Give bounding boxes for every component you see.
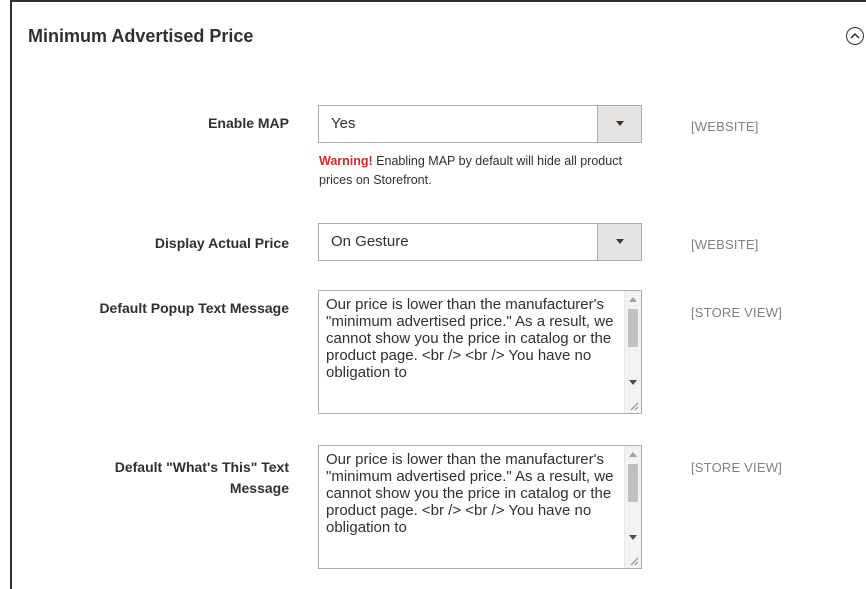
resize-grip-icon[interactable]: [629, 401, 639, 411]
default-whats-this-label: Default "What's This" Text Message: [114, 459, 289, 496]
chevron-down-icon[interactable]: [597, 224, 641, 260]
display-actual-price-label: Display Actual Price: [154, 235, 289, 251]
default-popup-text-value: Our price is lower than the manufacturer…: [326, 296, 614, 381]
scroll-thumb[interactable]: [628, 464, 638, 502]
default-popup-text-scope: [STORE VIEW]: [691, 305, 783, 320]
section-title[interactable]: Minimum Advertised Price: [28, 26, 253, 47]
enable-map-warning-note: Warning! Enabling MAP by default will hi…: [319, 152, 649, 190]
scroll-down-icon[interactable]: [629, 535, 637, 540]
textarea-scrollbar[interactable]: [624, 291, 641, 413]
resize-grip-icon[interactable]: [629, 556, 639, 566]
enable-map-scope: [WEBSITE]: [691, 119, 759, 134]
default-whats-this-textarea[interactable]: Our price is lower than the manufacturer…: [318, 445, 642, 569]
scroll-up-icon[interactable]: [629, 297, 637, 302]
display-actual-price-scope: [WEBSITE]: [691, 237, 759, 252]
enable-map-value: Yes: [331, 115, 356, 132]
default-popup-text-textarea[interactable]: Our price is lower than the manufacturer…: [318, 290, 642, 414]
chevron-down-icon[interactable]: [597, 106, 641, 142]
scroll-thumb[interactable]: [628, 309, 638, 347]
warning-label: Warning!: [319, 154, 373, 168]
default-whats-this-value: Our price is lower than the manufacturer…: [326, 451, 614, 536]
chevron-up-circle-icon[interactable]: [846, 27, 864, 45]
enable-map-label: Enable MAP: [208, 115, 289, 131]
display-actual-price-value: On Gesture: [331, 233, 409, 250]
map-config-panel: Minimum Advertised Price Enable MAP Yes …: [10, 0, 866, 589]
scroll-up-icon[interactable]: [629, 452, 637, 457]
default-popup-text-label: Default Popup Text Message: [99, 300, 289, 316]
textarea-scrollbar[interactable]: [624, 446, 641, 568]
display-actual-price-select[interactable]: On Gesture: [318, 223, 642, 261]
enable-map-select[interactable]: Yes: [318, 105, 642, 143]
scroll-down-icon[interactable]: [629, 380, 637, 385]
default-whats-this-scope: [STORE VIEW]: [691, 460, 783, 475]
